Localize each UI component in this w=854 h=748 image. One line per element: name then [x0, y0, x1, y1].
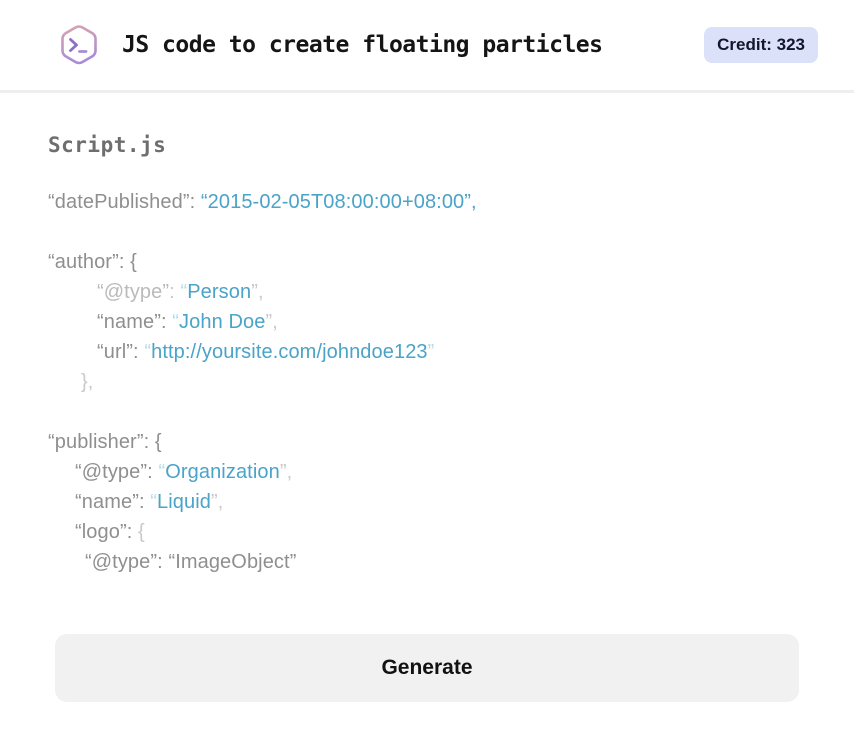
- page-title: JS code to create floating particles: [122, 32, 603, 58]
- code-line: “logo”: {: [48, 517, 806, 547]
- code-segment: Liquid: [157, 491, 212, 513]
- code-segment: “name”:: [97, 311, 173, 333]
- code-segment: “@type”: [97, 281, 170, 303]
- code-segment: “author”: {: [48, 251, 137, 273]
- code-segment: “logo”:: [75, 521, 139, 543]
- code-segment: ”,: [211, 491, 224, 513]
- code-segment: “datePublished”:: [48, 191, 201, 213]
- code-line: “name”: “John Doe”,: [48, 307, 806, 337]
- button-row: Generate: [0, 634, 854, 702]
- code-line: “@type”: “ImageObject”: [48, 547, 806, 577]
- code-segment: {: [138, 521, 145, 543]
- code-line: “author”: {: [48, 247, 806, 277]
- code-segment: ”: [427, 341, 435, 363]
- code-segment: Organization: [165, 461, 280, 483]
- code-line: “name”: “Liquid”,: [48, 487, 806, 517]
- code-segment: ”,: [265, 311, 278, 333]
- code-segment: John Doe: [179, 311, 266, 333]
- main-content: Script.js “datePublished”: “2015-02-05T0…: [0, 133, 854, 577]
- code-segment: Person: [187, 281, 252, 303]
- code-segment: “publisher”: {: [48, 431, 162, 453]
- code-block: “datePublished”: “2015-02-05T08:00:00+08…: [48, 187, 806, 577]
- code-segment: :: [169, 281, 181, 303]
- generate-button[interactable]: Generate: [55, 634, 799, 702]
- code-line: “@type”: “Organization”,: [48, 457, 806, 487]
- terminal-prompt-hexagon-icon: [61, 25, 97, 65]
- code-line: “datePublished”: “2015-02-05T08:00:00+08…: [48, 187, 806, 217]
- code-segment: “2015-02-05T08:00:00+08:00”,: [200, 191, 477, 213]
- app-logo: [57, 23, 101, 67]
- code-segment: “@type”: “ImageObject”: [85, 551, 297, 573]
- script-filename: Script.js: [48, 133, 167, 157]
- code-line: “@type”: “Person”,: [48, 277, 806, 307]
- code-segment: http://yoursite.com/johndoe123: [151, 341, 428, 363]
- code-line: “publisher”: {: [48, 427, 806, 457]
- code-segment: “name”:: [75, 491, 151, 513]
- code-segment: },: [81, 371, 94, 393]
- header: JS code to create floating particles Cre…: [0, 0, 854, 93]
- code-segment: “url”:: [97, 341, 145, 363]
- credit-badge: Credit: 323: [704, 27, 818, 63]
- code-segment: ”,: [251, 281, 264, 303]
- code-line: },: [48, 367, 806, 397]
- code-segment: ”,: [279, 461, 293, 483]
- code-segment: “@type”:: [75, 461, 159, 483]
- code-line: “url”: “http://yoursite.com/johndoe123”: [48, 337, 806, 367]
